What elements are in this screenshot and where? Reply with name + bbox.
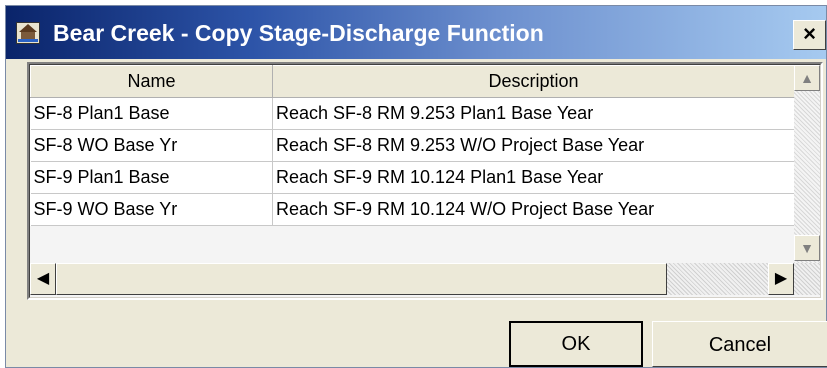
table-row[interactable]: SF-8 WO Base Yr Reach SF-8 RM 9.253 W/O … [30, 129, 795, 162]
cell-name[interactable]: SF-9 WO Base Yr [30, 193, 273, 226]
cell-name[interactable]: SF-8 Plan1 Base [30, 97, 273, 130]
cell-name[interactable]: SF-8 WO Base Yr [30, 129, 273, 162]
column-header-description[interactable]: Description [272, 65, 795, 98]
scroll-right-icon[interactable]: ▶ [768, 263, 794, 295]
cell-description[interactable]: Reach SF-8 RM 9.253 W/O Project Base Yea… [272, 129, 795, 162]
scroll-up-icon[interactable]: ▲ [794, 65, 820, 91]
vertical-scrollbar[interactable]: ▲ ▼ [794, 65, 820, 263]
cancel-button[interactable]: Cancel [652, 321, 827, 367]
cell-name[interactable]: SF-9 Plan1 Base [30, 161, 273, 194]
cell-description[interactable]: Reach SF-9 RM 10.124 W/O Project Base Ye… [272, 193, 795, 226]
functions-table: Name Description SF-8 Plan1 Base Reach S… [27, 62, 823, 300]
cell-description[interactable]: Reach SF-9 RM 10.124 Plan1 Base Year [272, 161, 795, 194]
table: Name Description SF-8 Plan1 Base Reach S… [30, 65, 795, 226]
app-house-icon [16, 22, 40, 44]
close-button[interactable]: × [793, 20, 826, 50]
scrollbar-corner [794, 263, 820, 295]
window-title: Bear Creek - Copy Stage-Discharge Functi… [53, 20, 544, 46]
copy-stage-discharge-dialog: Bear Creek - Copy Stage-Discharge Functi… [5, 5, 827, 368]
table-row[interactable]: SF-9 Plan1 Base Reach SF-9 RM 10.124 Pla… [30, 161, 795, 194]
table-row[interactable]: SF-9 WO Base Yr Reach SF-9 RM 10.124 W/O… [30, 193, 795, 226]
table-row[interactable]: SF-8 Plan1 Base Reach SF-8 RM 9.253 Plan… [30, 97, 795, 130]
horizontal-scroll-thumb[interactable] [56, 263, 667, 295]
cell-description[interactable]: Reach SF-8 RM 9.253 Plan1 Base Year [272, 97, 795, 130]
scroll-down-icon[interactable]: ▼ [794, 235, 820, 261]
column-header-name[interactable]: Name [30, 65, 273, 98]
title-bar[interactable]: Bear Creek - Copy Stage-Discharge Functi… [6, 6, 826, 59]
scroll-left-icon[interactable]: ◀ [30, 263, 56, 295]
horizontal-scrollbar[interactable]: ◀ ▶ [30, 263, 794, 295]
ok-button[interactable]: OK [509, 321, 643, 367]
header-row: Name Description [30, 65, 795, 98]
